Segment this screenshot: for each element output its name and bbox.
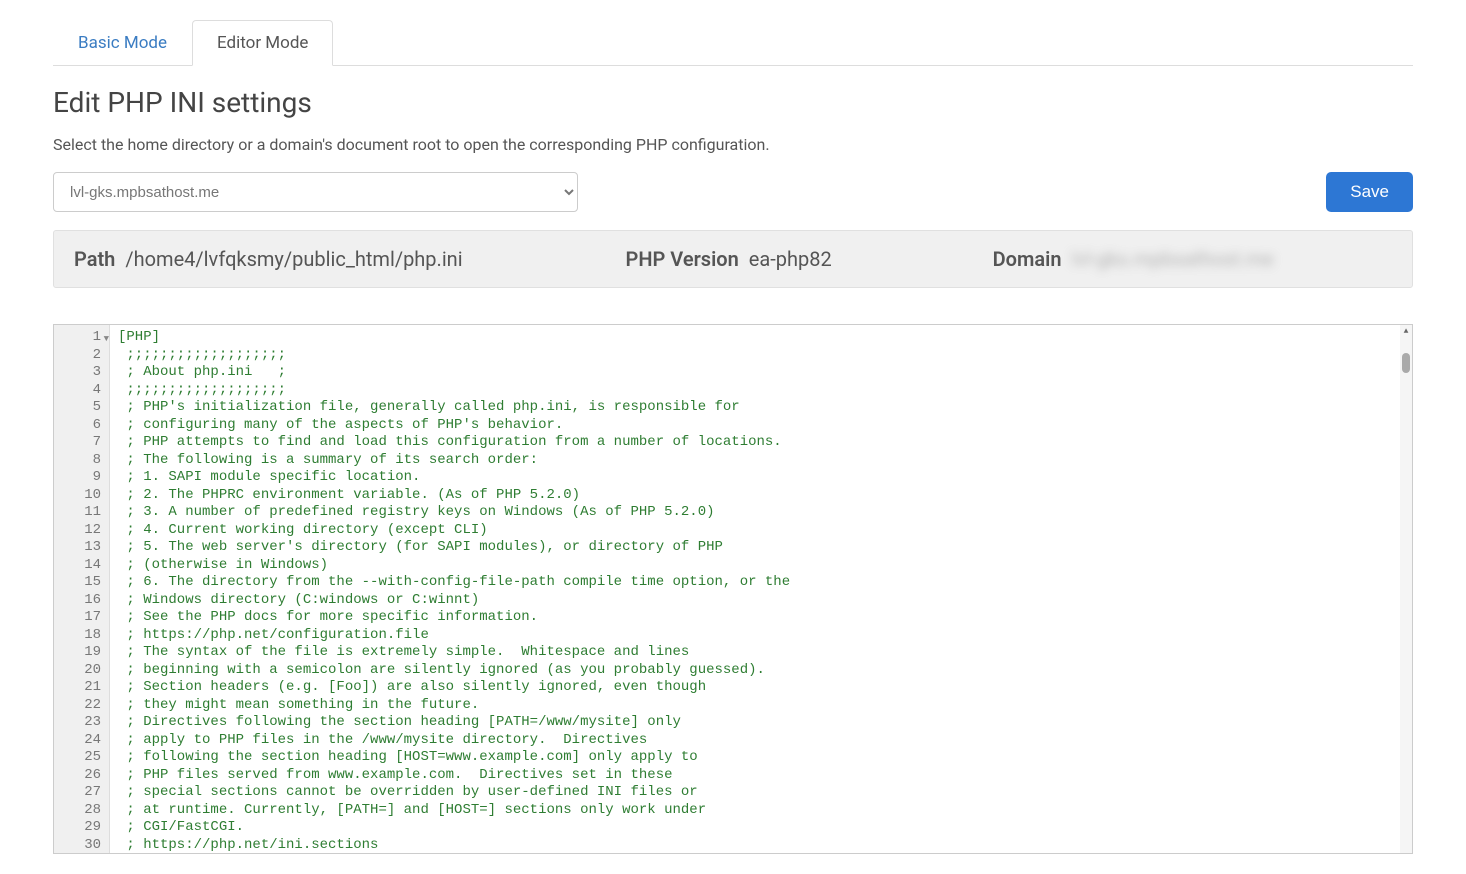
mode-tabs: Basic Mode Editor Mode (53, 20, 1413, 66)
code-content[interactable]: [PHP] ;;;;;;;;;;;;;;;;;;; ; About php.in… (110, 325, 1412, 853)
domain-select-wrapper: lvl-gks.mpbsathost.me (53, 172, 578, 212)
line-number-gutter: 1▼23456789101112131415161718192021222324… (54, 325, 110, 853)
code-line[interactable]: ; at runtime. Currently, [PATH=] and [HO… (118, 802, 1404, 820)
code-line[interactable]: ; See the PHP docs for more specific inf… (118, 609, 1404, 627)
line-number: 25 (66, 749, 101, 767)
tab-editor-mode[interactable]: Editor Mode (192, 20, 333, 66)
line-number: 6 (66, 417, 101, 435)
code-line[interactable]: ; Directives following the section headi… (118, 714, 1404, 732)
info-domain: Domain lvl-gks.mpbsathost.me (993, 247, 1392, 271)
line-number: 21 (66, 679, 101, 697)
line-number: 2 (66, 347, 101, 365)
code-line[interactable]: ; apply to PHP files in the /www/mysite … (118, 732, 1404, 750)
code-line[interactable]: ; https://php.net/ini.sections (118, 837, 1404, 854)
code-line[interactable]: ; https://php.net/configuration.file (118, 627, 1404, 645)
line-number: 17 (66, 609, 101, 627)
code-line[interactable]: ; following the section heading [HOST=ww… (118, 749, 1404, 767)
line-number: 8 (66, 452, 101, 470)
editor-scrollbar[interactable]: ▲ (1400, 325, 1412, 853)
line-number: 23 (66, 714, 101, 732)
line-number: 27 (66, 784, 101, 802)
line-number: 18 (66, 627, 101, 645)
line-number: 22 (66, 697, 101, 715)
code-line[interactable]: ; PHP's initialization file, generally c… (118, 399, 1404, 417)
toolbar: lvl-gks.mpbsathost.me Save (53, 172, 1413, 212)
code-line[interactable]: ; 4. Current working directory (except C… (118, 522, 1404, 540)
code-line[interactable]: ; PHP files served from www.example.com.… (118, 767, 1404, 785)
code-line[interactable]: ; Windows directory (C:windows or C:winn… (118, 592, 1404, 610)
line-number: 10 (66, 487, 101, 505)
line-number: 24 (66, 732, 101, 750)
code-line[interactable]: ; CGI/FastCGI. (118, 819, 1404, 837)
code-line[interactable]: ; Section headers (e.g. [Foo]) are also … (118, 679, 1404, 697)
line-number: 1▼ (66, 329, 101, 347)
line-number: 13 (66, 539, 101, 557)
line-number: 19 (66, 644, 101, 662)
code-line[interactable]: ; 6. The directory from the --with-confi… (118, 574, 1404, 592)
code-line[interactable]: ; The following is a summary of its sear… (118, 452, 1404, 470)
info-path-label: Path (74, 247, 115, 271)
code-line[interactable]: ; 3. A number of predefined registry key… (118, 504, 1404, 522)
code-line[interactable]: ; configuring many of the aspects of PHP… (118, 417, 1404, 435)
domain-select[interactable]: lvl-gks.mpbsathost.me (53, 172, 578, 212)
page-title: Edit PHP INI settings (53, 86, 1413, 119)
code-line[interactable]: ; special sections cannot be overridden … (118, 784, 1404, 802)
line-number: 15 (66, 574, 101, 592)
code-line[interactable]: ; 2. The PHPRC environment variable. (As… (118, 487, 1404, 505)
scroll-up-arrow-icon[interactable]: ▲ (1400, 325, 1412, 337)
line-number: 28 (66, 802, 101, 820)
line-number: 26 (66, 767, 101, 785)
line-number: 20 (66, 662, 101, 680)
line-number: 7 (66, 434, 101, 452)
code-line[interactable]: [PHP] (118, 329, 1404, 347)
line-number: 3 (66, 364, 101, 382)
code-line[interactable]: ; PHP attempts to find and load this con… (118, 434, 1404, 452)
code-line[interactable]: ;;;;;;;;;;;;;;;;;;; (118, 382, 1404, 400)
info-version: PHP Version ea-php82 (625, 247, 932, 271)
line-number: 14 (66, 557, 101, 575)
line-number: 9 (66, 469, 101, 487)
line-number: 16 (66, 592, 101, 610)
code-line[interactable]: ; 5. The web server's directory (for SAP… (118, 539, 1404, 557)
info-domain-value: lvl-gks.mpbsathost.me (1071, 247, 1273, 271)
code-line[interactable]: ; (otherwise in Windows) (118, 557, 1404, 575)
code-line[interactable]: ; 1. SAPI module specific location. (118, 469, 1404, 487)
main-container: Basic Mode Editor Mode Edit PHP INI sett… (33, 20, 1433, 854)
info-domain-label: Domain (993, 247, 1062, 271)
info-path: Path /home4/lvfqksmy/public_html/php.ini (74, 247, 565, 271)
code-line[interactable]: ; beginning with a semicolon are silentl… (118, 662, 1404, 680)
line-number: 29 (66, 819, 101, 837)
code-line[interactable]: ; they might mean something in the futur… (118, 697, 1404, 715)
save-button[interactable]: Save (1326, 172, 1413, 212)
line-number: 12 (66, 522, 101, 540)
code-line[interactable]: ;;;;;;;;;;;;;;;;;;; (118, 347, 1404, 365)
info-version-label: PHP Version (625, 247, 738, 271)
page-subtitle: Select the home directory or a domain's … (53, 135, 1413, 154)
line-number: 4 (66, 382, 101, 400)
code-editor[interactable]: 1▼23456789101112131415161718192021222324… (53, 324, 1413, 854)
info-path-value: /home4/lvfqksmy/public_html/php.ini (125, 247, 462, 271)
line-number: 30 (66, 837, 101, 855)
tab-basic-mode[interactable]: Basic Mode (53, 20, 192, 66)
scroll-thumb[interactable] (1402, 353, 1410, 373)
line-number: 5 (66, 399, 101, 417)
line-number: 11 (66, 504, 101, 522)
code-line[interactable]: ; The syntax of the file is extremely si… (118, 644, 1404, 662)
fold-marker-icon[interactable]: ▼ (104, 331, 109, 349)
info-bar: Path /home4/lvfqksmy/public_html/php.ini… (53, 230, 1413, 288)
code-line[interactable]: ; About php.ini ; (118, 364, 1404, 382)
info-version-value: ea-php82 (749, 247, 832, 271)
